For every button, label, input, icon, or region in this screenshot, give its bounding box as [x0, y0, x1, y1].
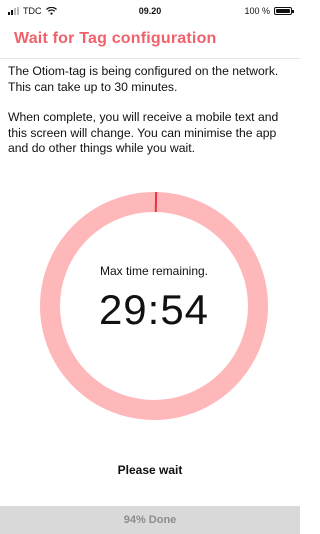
status-bar: TDC 09.20 100 % [0, 0, 300, 22]
battery-icon [274, 7, 294, 15]
progress-button[interactable]: 94% Done [0, 506, 300, 534]
intro-text: The Otiom-tag is being configured on the… [8, 64, 292, 172]
page-title: Wait for Tag configuration [14, 30, 217, 47]
countdown-ring: Max time remaining. 29:54 [40, 192, 268, 420]
intro-paragraph-2: When complete, you will receive a mobile… [8, 110, 279, 155]
battery-percent: 100 % [244, 6, 270, 16]
timer-label: Max time remaining. [99, 264, 209, 278]
intro-paragraph-1: The Otiom-tag is being configured on the… [8, 64, 279, 94]
timer-value: 29:54 [98, 286, 210, 333]
wait-text: Please wait [117, 463, 183, 477]
status-right: 100 % [244, 6, 294, 16]
title-bar: Wait for Tag configuration [0, 22, 300, 59]
